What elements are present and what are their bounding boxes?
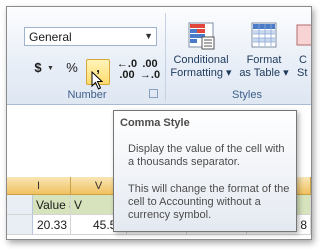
table-cell[interactable]: 20.33 [33, 215, 71, 235]
row-header-cell[interactable] [7, 195, 33, 215]
format-as-table-label-1: Format [246, 54, 282, 66]
percent-style-button[interactable]: % [62, 60, 82, 82]
conditional-formatting-label-1: Conditional [173, 54, 229, 66]
group-divider [165, 13, 166, 101]
column-header[interactable]: I [7, 177, 71, 195]
conditional-formatting-label-2: Formatting ▾ [170, 67, 232, 79]
decrease-decimal-icon-bottom: →.0 [139, 69, 161, 81]
format-as-table-icon [251, 22, 277, 48]
excel-window: General ▼ $ ▼ % , ←.0 .00 .00 →.0 Number [6, 6, 312, 240]
tooltip-paragraph: Display the value of the cell with a tho… [128, 143, 285, 168]
tooltip-paragraph: This will change the format of the cell … [128, 183, 290, 221]
conditional-formatting-icon [188, 22, 215, 50]
styles-group-label: Styles [232, 89, 262, 101]
number-dialog-launcher-icon[interactable] [149, 89, 158, 98]
tooltip-title: Comma Style [120, 117, 190, 129]
mouse-pointer-icon [91, 71, 104, 90]
cell-styles-icon [296, 24, 311, 46]
cell-styles-label-1: C [299, 54, 307, 66]
format-as-table-button[interactable]: Format as Table ▾ [239, 21, 289, 87]
decrease-decimal-button[interactable]: .00 →.0 [139, 59, 161, 81]
percent-icon: % [66, 60, 78, 75]
format-as-table-label-2: as Table ▾ [239, 67, 289, 79]
accounting-format-button[interactable]: $ [29, 60, 47, 82]
chevron-down-icon: ▼ [144, 31, 153, 41]
ribbon: General ▼ $ ▼ % , ←.0 .00 .00 →.0 Number [7, 7, 311, 105]
number-group-label: Number [67, 89, 107, 101]
cell-styles-label-2: St [297, 67, 308, 79]
chevron-down-icon: ▾ [226, 67, 232, 79]
dollar-icon: $ [34, 60, 42, 75]
cell-styles-button[interactable]: C St [293, 21, 311, 87]
conditional-formatting-button[interactable]: Conditional Formatting ▾ [167, 21, 235, 87]
number-format-value: General [29, 30, 72, 44]
accounting-dropdown-arrow[interactable]: ▼ [47, 65, 54, 72]
chevron-down-icon: ▾ [283, 67, 289, 79]
number-format-dropdown[interactable]: General ▼ [24, 27, 157, 46]
increase-decimal-button[interactable]: ←.0 .00 [116, 59, 138, 81]
table-cell[interactable]: Value 8 [33, 195, 71, 215]
increase-decimal-icon-bottom: .00 [119, 69, 135, 81]
comma-style-tooltip: Comma Style Display the value of the cel… [113, 110, 297, 232]
row-header-cell[interactable] [7, 215, 33, 235]
